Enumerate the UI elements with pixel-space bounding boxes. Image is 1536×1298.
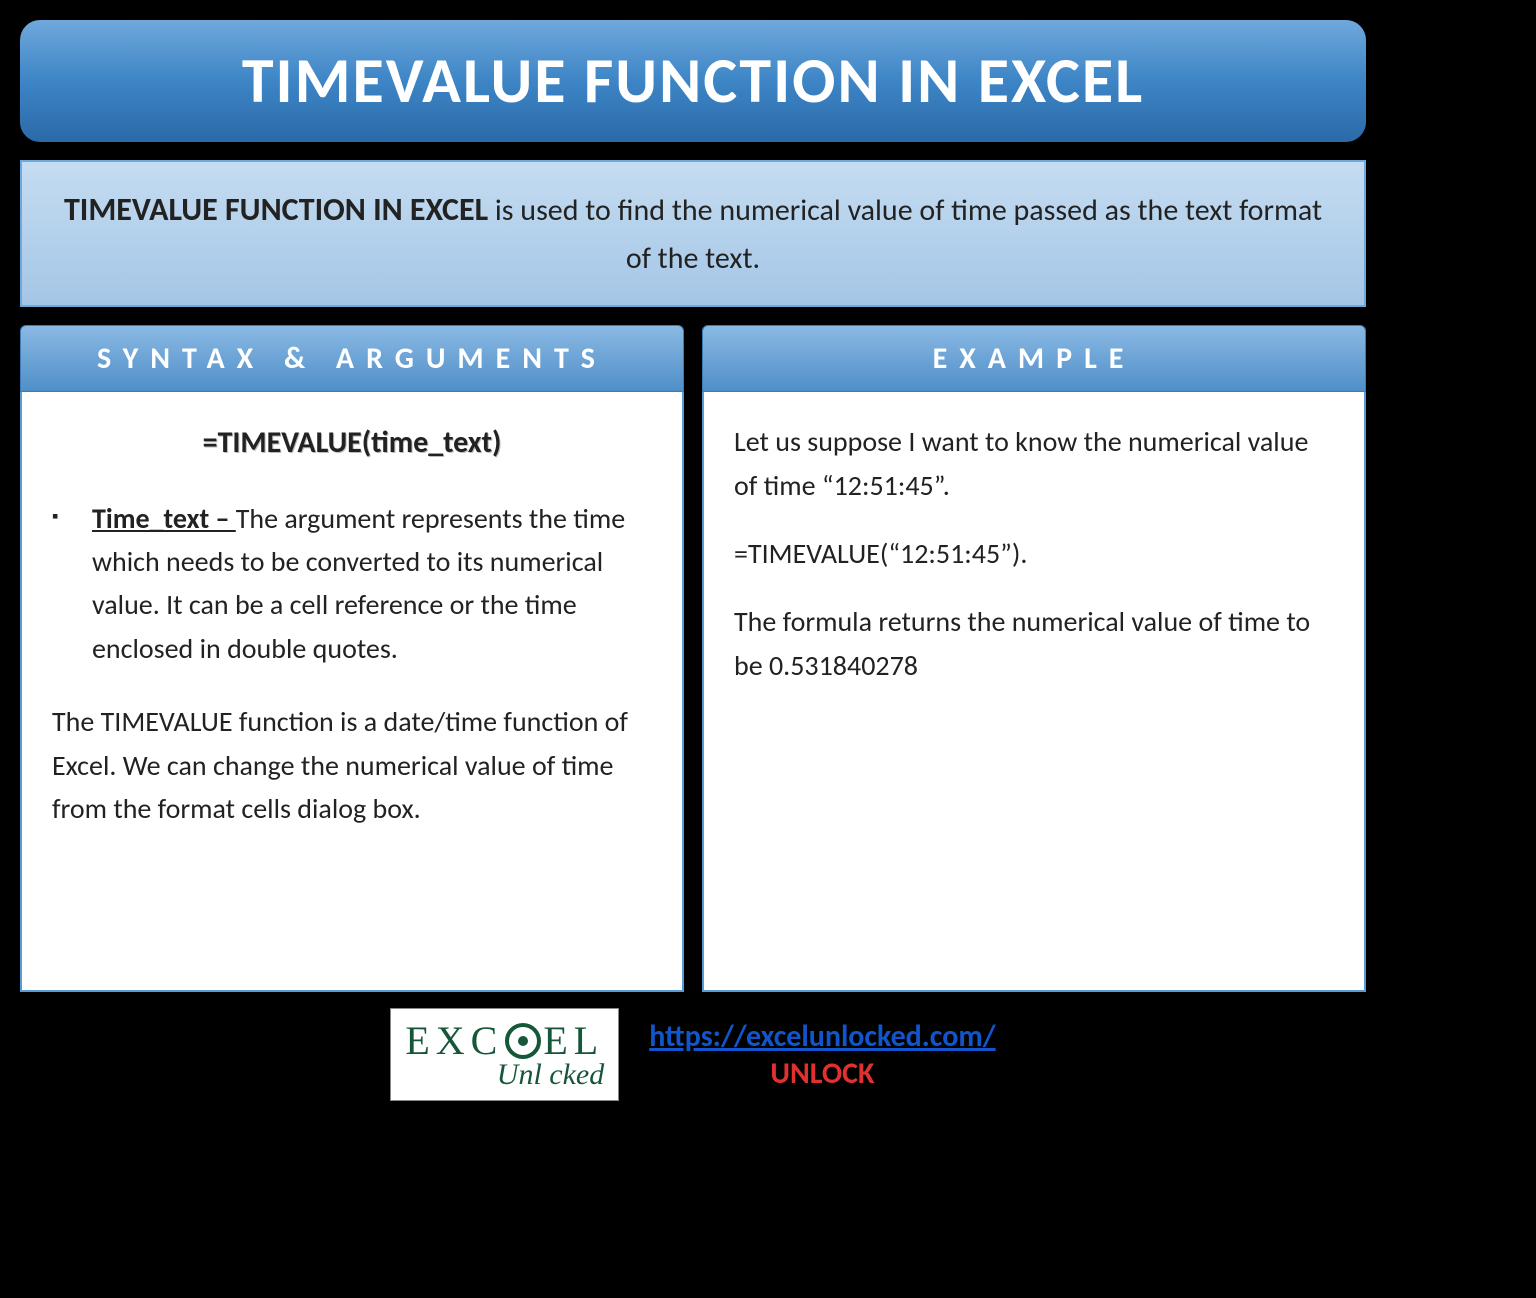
description-box: TIMEVALUE FUNCTION IN EXCEL is used to f… bbox=[20, 160, 1366, 307]
logo-top-pre: EXC bbox=[405, 1017, 503, 1064]
bullet-icon: ▪ bbox=[52, 497, 92, 671]
footer-unlock: UNLOCK bbox=[649, 1055, 995, 1092]
syntax-arg-text: Time_text – The argument represents the … bbox=[92, 497, 652, 671]
syntax-body: =TIMEVALUE(time_text) ▪ Time_text – The … bbox=[20, 392, 684, 992]
syntax-arg-name: Time_text – bbox=[92, 501, 236, 536]
columns: SYNTAX & ARGUMENTS =TIMEVALUE(time_text)… bbox=[20, 325, 1366, 992]
logo: EXCEL Unl cked bbox=[390, 1008, 619, 1101]
title-banner: TIMEVALUE FUNCTION IN EXCEL bbox=[20, 20, 1366, 142]
syntax-header: SYNTAX & ARGUMENTS bbox=[20, 325, 684, 392]
example-p2: =TIMEVALUE(“12:51:45”). bbox=[734, 532, 1334, 575]
example-p1: Let us suppose I want to know the numeri… bbox=[734, 420, 1334, 507]
footer: EXCEL Unl cked https://excelunlocked.com… bbox=[20, 1008, 1366, 1101]
logo-keyhole-icon bbox=[505, 1023, 541, 1059]
example-p3: The formula returns the numerical value … bbox=[734, 600, 1334, 687]
example-body: Let us suppose I want to know the numeri… bbox=[702, 392, 1366, 992]
example-header: EXAMPLE bbox=[702, 325, 1366, 392]
page-title: TIMEVALUE FUNCTION IN EXCEL bbox=[242, 42, 1144, 120]
footer-link[interactable]: https://excelunlocked.com/ bbox=[649, 1018, 995, 1055]
logo-top-post: EL bbox=[543, 1017, 604, 1064]
footer-text: https://excelunlocked.com/ UNLOCK bbox=[649, 1018, 995, 1092]
syntax-column: SYNTAX & ARGUMENTS =TIMEVALUE(time_text)… bbox=[20, 325, 684, 992]
syntax-note: The TIMEVALUE function is a date/time fu… bbox=[52, 700, 652, 830]
description-bold: TIMEVALUE FUNCTION IN EXCEL bbox=[64, 190, 488, 229]
description-text: is used to find the numerical value of t… bbox=[488, 192, 1322, 277]
syntax-formula: =TIMEVALUE(time_text) bbox=[52, 420, 652, 467]
example-column: EXAMPLE Let us suppose I want to know th… bbox=[702, 325, 1366, 992]
syntax-bullet: ▪ Time_text – The argument represents th… bbox=[52, 497, 652, 671]
logo-top: EXC EL bbox=[405, 1017, 604, 1064]
